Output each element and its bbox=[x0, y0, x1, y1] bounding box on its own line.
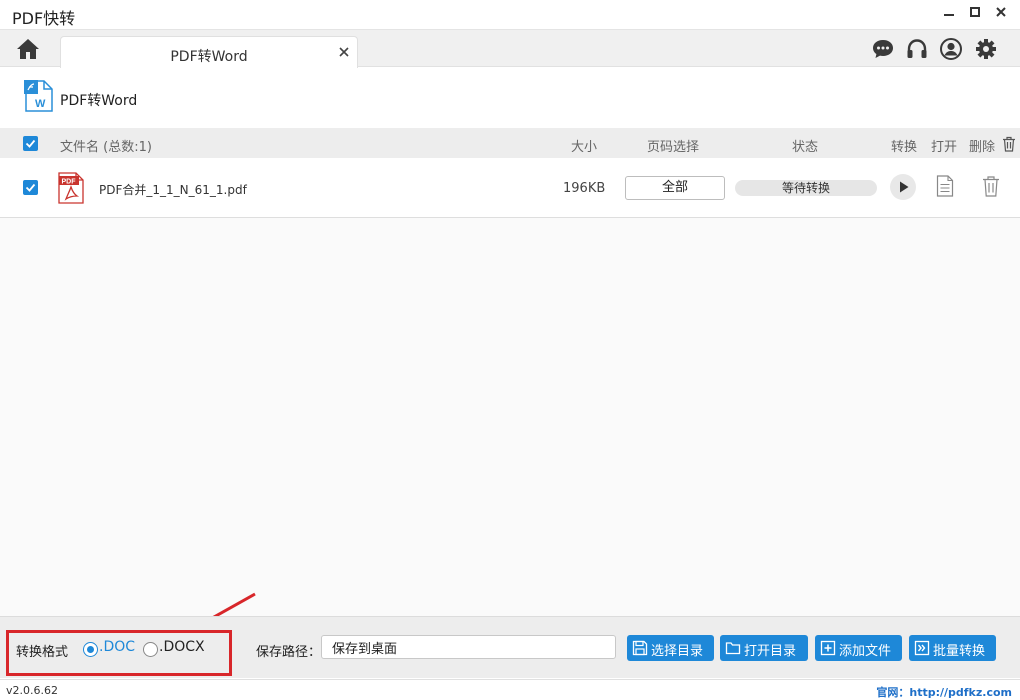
gear-icon[interactable] bbox=[975, 38, 997, 60]
row-checkbox[interactable] bbox=[23, 180, 38, 195]
pdf-file-icon: PDF bbox=[58, 172, 84, 204]
tab-bar: PDF转Word bbox=[0, 30, 1020, 68]
main-content: W PDF转Word 文件名 (总数:1) 大小 页码选择 状态 转换 打开 删… bbox=[0, 68, 1020, 666]
file-size: 196KB bbox=[563, 181, 606, 196]
chat-icon[interactable] bbox=[872, 38, 894, 60]
status-bar: v2.0.6.62 官网：http://pdfkz.com bbox=[0, 679, 1020, 700]
format-label: 转换格式 bbox=[16, 645, 69, 660]
page-range-button[interactable]: 全部 bbox=[625, 176, 725, 200]
headset-icon[interactable] bbox=[906, 38, 928, 60]
header-status: 状态 bbox=[792, 140, 819, 155]
format-docx-radio[interactable] bbox=[143, 642, 158, 657]
file-name: PDF合并_1_1_N_61_1.pdf bbox=[99, 183, 247, 197]
home-icon[interactable] bbox=[16, 37, 40, 61]
website-link[interactable]: 官网：http://pdfkz.com bbox=[876, 684, 1012, 700]
format-doc-radio[interactable] bbox=[83, 642, 98, 657]
open-file-icon[interactable] bbox=[936, 175, 954, 197]
table-header: 文件名 (总数:1) 大小 页码选择 状态 转换 打开 删除 bbox=[0, 128, 1020, 158]
batch-convert-label: 批量转换 bbox=[933, 644, 986, 659]
app-title: PDF快转 bbox=[12, 9, 76, 28]
header-delete: 删除 bbox=[969, 140, 996, 155]
close-icon[interactable] bbox=[990, 4, 1012, 26]
title-bar: PDF快转 bbox=[0, 0, 1020, 30]
header-size: 大小 bbox=[571, 140, 598, 155]
page-header: W PDF转Word bbox=[0, 68, 1020, 128]
choose-dir-label: 选择目录 bbox=[651, 644, 704, 659]
maximize-icon[interactable] bbox=[964, 4, 986, 26]
tab-label: PDF转Word bbox=[170, 49, 248, 65]
folder-icon bbox=[725, 642, 741, 655]
choose-dir-button[interactable]: 选择目录 bbox=[627, 635, 714, 661]
double-arrow-icon bbox=[914, 640, 930, 656]
svg-text:W: W bbox=[35, 98, 46, 110]
save-path-input[interactable] bbox=[321, 635, 616, 659]
user-icon[interactable] bbox=[940, 38, 962, 60]
save-path-label: 保存路径： bbox=[256, 645, 322, 660]
save-disk-icon bbox=[632, 640, 648, 656]
minimize-icon[interactable] bbox=[938, 4, 960, 26]
status-progress: 等待转换 bbox=[735, 180, 877, 196]
open-dir-label: 打开目录 bbox=[744, 644, 797, 659]
tab-pdf-to-word[interactable]: PDF转Word bbox=[60, 36, 358, 68]
tab-close-icon[interactable] bbox=[335, 43, 353, 61]
delete-file-icon[interactable] bbox=[982, 175, 1000, 197]
footer-bar: 转换格式 .DOC .DOCX 保存路径： 选择目录 打开目录 添加文件 批量转… bbox=[0, 616, 1020, 678]
table-row[interactable]: PDF PDF合并_1_1_N_61_1.pdf 196KB 全部 等待转换 bbox=[0, 158, 1020, 218]
convert-play-icon[interactable] bbox=[890, 174, 916, 200]
plus-box-icon bbox=[820, 640, 836, 656]
format-docx-label[interactable]: .DOCX bbox=[159, 639, 205, 655]
version-text: v2.0.6.62 bbox=[6, 684, 58, 697]
add-file-button[interactable]: 添加文件 bbox=[815, 635, 902, 661]
format-doc-label[interactable]: .DOC bbox=[99, 639, 135, 655]
header-convert: 转换 bbox=[891, 140, 918, 155]
delete-all-icon[interactable] bbox=[1002, 136, 1016, 152]
batch-convert-button[interactable]: 批量转换 bbox=[909, 635, 996, 661]
add-file-label: 添加文件 bbox=[839, 644, 892, 659]
word-doc-icon: W bbox=[24, 80, 54, 112]
open-dir-button[interactable]: 打开目录 bbox=[720, 635, 808, 661]
page-title: PDF转Word bbox=[60, 93, 138, 109]
svg-text:PDF: PDF bbox=[62, 179, 77, 186]
header-filename: 文件名 (总数:1) bbox=[60, 140, 152, 155]
header-open: 打开 bbox=[931, 140, 958, 155]
header-pages: 页码选择 bbox=[647, 140, 700, 155]
select-all-checkbox[interactable] bbox=[23, 136, 38, 151]
